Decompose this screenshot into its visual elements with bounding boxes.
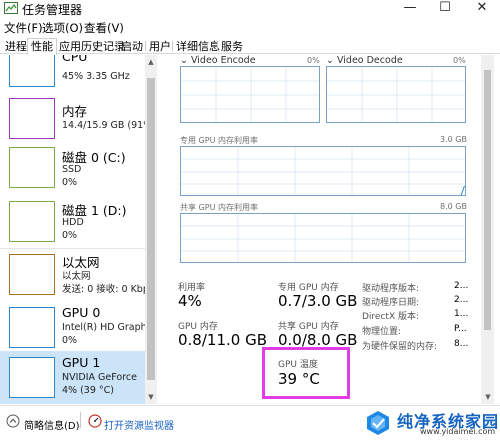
scroll-down-arrow-icon[interactable]: ▼ xyxy=(145,393,157,401)
collapse-up-icon[interactable] xyxy=(6,414,20,428)
menu-view[interactable]: 查看(V) xyxy=(84,20,124,36)
video-encode-graph xyxy=(180,66,320,123)
dedicated-gpu-memory-value: 0.7/3.0 GB xyxy=(278,292,358,310)
gpu-memory-value: 0.8/11.0 GB xyxy=(178,331,267,349)
sidebar-item-usage: 0% xyxy=(62,230,78,241)
sidebar-item-memory[interactable]: 内存 14.4/15.9 GB (91%) xyxy=(0,92,146,142)
tab-users[interactable]: 用户 xyxy=(145,38,175,54)
gpu-1-thumbnail-graph xyxy=(9,357,55,398)
dedicated-memory-graph xyxy=(180,146,466,196)
sidebar-scrollbar-thumb[interactable] xyxy=(147,78,155,380)
close-button[interactable]: ✕ xyxy=(465,0,499,18)
sidebar-item-disk-0[interactable]: 磁盘 0 (C:) SSD 0% xyxy=(0,142,145,192)
gpu-temperature-highlight-box xyxy=(262,347,350,399)
driver-date-label: 驱动程序日期: xyxy=(362,298,420,308)
sidebar-item-disk-1[interactable]: 磁盘 1 (D:) HDD 0% xyxy=(0,196,145,246)
disk-0-thumbnail-graph xyxy=(9,147,55,188)
maximize-button[interactable]: ☐ xyxy=(428,0,462,18)
minimize-button[interactable]: — xyxy=(393,0,427,18)
main-scroll-down-arrow-icon[interactable]: ▼ xyxy=(482,393,494,401)
window-title: 任务管理器 xyxy=(22,3,83,17)
tab-performance[interactable]: 性能 xyxy=(27,38,57,55)
sidebar-item-usage: 0% xyxy=(62,177,78,188)
sidebar-item-type: HDD xyxy=(62,217,84,228)
watermark-url: www.yidaimei.com xyxy=(420,427,496,436)
directx-version-label: DirectX 版本: xyxy=(362,312,420,322)
sidebar-item-detail: 14.4/15.9 GB (91%) xyxy=(62,120,146,131)
sidebar-item-gpu-0[interactable]: GPU 0 Intel(R) HD Graphics 0% xyxy=(0,301,146,351)
directx-version-value: 1... xyxy=(454,309,469,319)
video-decode-percent: 0% xyxy=(453,56,466,65)
scroll-up-arrow-icon[interactable]: ▲ xyxy=(145,58,157,66)
sidebar-item-cpu[interactable]: CPU 45% 3.35 GHz xyxy=(0,55,145,91)
physical-location-value: P... xyxy=(454,324,467,334)
fewer-details-button[interactable]: 简略信息(D) xyxy=(24,417,80,432)
sidebar-item-label: CPU xyxy=(62,55,88,64)
sidebar-item-label: GPU 1 xyxy=(62,355,101,370)
sidebar-item-gpu-1[interactable]: GPU 1 NVIDIA GeForce 4% (39 °C) xyxy=(0,351,145,404)
dedicated-memory-grid xyxy=(181,147,465,195)
sidebar-item-device: NVIDIA GeForce xyxy=(62,372,137,383)
video-decode-graph xyxy=(326,66,466,123)
driver-version-label: 驱动程序版本: xyxy=(362,284,420,294)
utilization-value: 4% xyxy=(178,292,202,310)
sidebar-item-detail: 45% 3.35 GHz xyxy=(62,71,130,82)
ethernet-thumbnail-graph xyxy=(9,254,55,295)
dedicated-memory-graph-max: 3.0 GB xyxy=(440,135,467,144)
disk-1-thumbnail-graph xyxy=(9,201,55,242)
sidebar-item-usage: 4% (39 °C) xyxy=(62,385,114,396)
sidebar-item-label: GPU 0 xyxy=(62,305,101,320)
driver-date-value: 2... xyxy=(454,295,469,305)
menu-file[interactable]: 文件(F) xyxy=(4,20,43,36)
hardware-reserved-memory-label: 为硬件保留的内存: xyxy=(362,342,438,352)
video-encode-grid xyxy=(181,67,319,122)
shared-memory-grid xyxy=(181,214,465,262)
gpu-0-thumbnail-graph xyxy=(9,307,55,348)
sidebar-item-adapter: 以太网 xyxy=(62,271,91,282)
sidebar-item-label: 内存 xyxy=(62,104,88,119)
video-encode-label: ⌄ Video Encode xyxy=(180,55,256,66)
sidebar-item-usage: 0% xyxy=(62,335,78,346)
sidebar-item-throughput: 发送: 0 接收: 0 Kbps xyxy=(62,284,146,295)
cpu-thumbnail-graph xyxy=(9,55,55,87)
bottom-separator xyxy=(80,412,81,428)
shared-memory-graph xyxy=(180,213,466,263)
hardware-reserved-memory-value: 8... xyxy=(454,339,469,349)
open-resource-monitor-link[interactable]: 打开资源监视器 xyxy=(104,417,174,432)
tab-services[interactable]: 服务 xyxy=(217,38,247,54)
main-scrollbar-thumb[interactable] xyxy=(484,70,491,330)
resource-monitor-icon xyxy=(88,414,102,428)
memory-thumbnail-graph xyxy=(9,98,55,139)
shared-memory-graph-max: 8.0 GB xyxy=(440,202,467,211)
performance-sidebar: CPU 45% 3.35 GHz 内存 14.4/15.9 GB (91%) 磁… xyxy=(0,55,157,404)
menu-options[interactable]: 选项(O) xyxy=(42,20,83,36)
shared-memory-graph-label: 共享 GPU 内存利用率 xyxy=(180,203,258,212)
video-encode-percent: 0% xyxy=(307,56,320,65)
dedicated-memory-graph-label: 专用 GPU 内存利用率 xyxy=(180,136,258,145)
driver-version-value: 2... xyxy=(454,281,469,291)
physical-location-label: 物理位置: xyxy=(362,327,402,337)
task-manager-app-icon xyxy=(4,2,18,14)
sidebar-item-ethernet[interactable]: 以太网 以太网 发送: 0 接收: 0 Kbps xyxy=(0,248,146,300)
sidebar-item-device: Intel(R) HD Graphics xyxy=(62,322,146,333)
video-decode-label: ⌄ Video Decode xyxy=(326,55,403,66)
video-decode-grid xyxy=(327,67,465,122)
sidebar-item-type: SSD xyxy=(62,164,82,175)
watermark-logo xyxy=(364,409,392,437)
tab-startup[interactable]: 启动 xyxy=(117,38,147,54)
